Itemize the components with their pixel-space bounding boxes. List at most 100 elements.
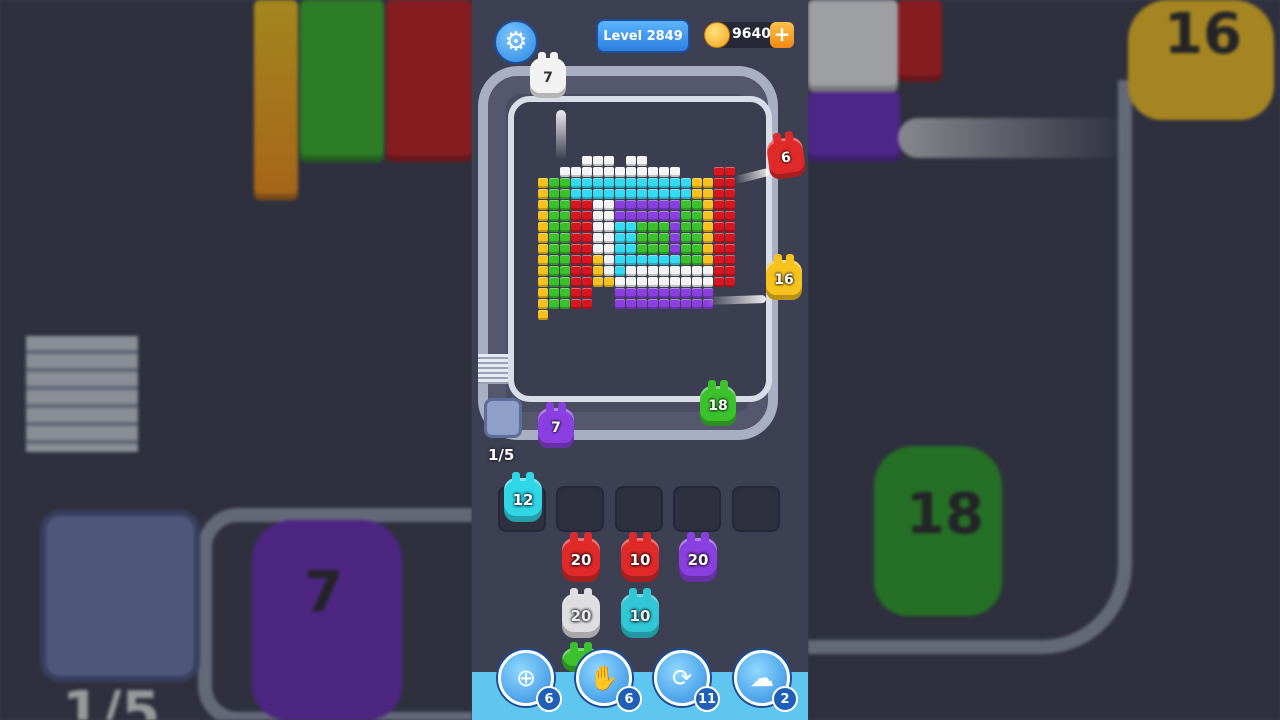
track-shooter-white[interactable]: 7 bbox=[530, 52, 566, 98]
board-block bbox=[725, 266, 735, 276]
queue-piece-red-1[interactable]: 20 bbox=[562, 532, 600, 582]
track-shooter-green[interactable]: 18 bbox=[700, 380, 736, 426]
board-block bbox=[659, 244, 669, 254]
board-block bbox=[692, 222, 702, 232]
board-block bbox=[604, 200, 614, 210]
slot-4[interactable] bbox=[673, 486, 721, 532]
board-block bbox=[626, 222, 636, 232]
board-block bbox=[593, 156, 603, 166]
board-block bbox=[571, 277, 581, 287]
slot-5[interactable] bbox=[732, 486, 780, 532]
board-block bbox=[648, 222, 658, 232]
board-block bbox=[692, 233, 702, 243]
board-block bbox=[659, 255, 669, 265]
board-block bbox=[637, 277, 647, 287]
board-block bbox=[692, 255, 702, 265]
board-block bbox=[659, 200, 669, 210]
board-block bbox=[648, 277, 658, 287]
board-block bbox=[681, 211, 691, 221]
board-block bbox=[626, 200, 636, 210]
board-block bbox=[582, 167, 592, 177]
board-block bbox=[626, 189, 636, 199]
board-block bbox=[692, 244, 702, 254]
board-block bbox=[538, 222, 548, 232]
board-block bbox=[560, 200, 570, 210]
board-block bbox=[670, 200, 680, 210]
coin-value: 9640 bbox=[732, 26, 771, 42]
board-block bbox=[703, 211, 713, 221]
board-block bbox=[538, 255, 548, 265]
board-block bbox=[725, 189, 735, 199]
game-screen: ⚙ Level 2849 9640 + 7 6 16 18 7 1/5 12 2… bbox=[472, 0, 808, 720]
board-block bbox=[692, 211, 702, 221]
slot-3[interactable] bbox=[615, 486, 663, 532]
board-block bbox=[725, 167, 735, 177]
board-block bbox=[582, 156, 592, 166]
board-block bbox=[582, 211, 592, 221]
board-block bbox=[604, 178, 614, 188]
board-block bbox=[637, 299, 647, 309]
board-block bbox=[549, 233, 559, 243]
board-block bbox=[593, 189, 603, 199]
board-block bbox=[615, 200, 625, 210]
track-shooter-purple[interactable]: 7 bbox=[538, 402, 574, 448]
track-shooter-yellow[interactable]: 16 bbox=[766, 254, 802, 300]
board-block bbox=[626, 288, 636, 298]
board-block bbox=[681, 178, 691, 188]
board-block bbox=[571, 299, 581, 309]
board-block bbox=[560, 266, 570, 276]
board-block bbox=[659, 266, 669, 276]
board-block bbox=[549, 189, 559, 199]
board-block bbox=[626, 233, 636, 243]
board-block bbox=[538, 200, 548, 210]
board-block bbox=[593, 178, 603, 188]
add-coins-button[interactable]: + bbox=[770, 22, 794, 48]
board-block bbox=[637, 189, 647, 199]
board-block bbox=[593, 200, 603, 210]
board-block bbox=[571, 200, 581, 210]
track-shooter-red[interactable]: 6 bbox=[765, 135, 807, 181]
queue-piece-cyan: 10 bbox=[621, 588, 659, 638]
board-block bbox=[615, 178, 625, 188]
board-block bbox=[560, 299, 570, 309]
board-block bbox=[593, 266, 603, 276]
board-block bbox=[692, 288, 702, 298]
board-block bbox=[626, 178, 636, 188]
board-block bbox=[637, 266, 647, 276]
board-block bbox=[538, 288, 548, 298]
launch-dock[interactable] bbox=[484, 398, 522, 438]
shooter-count: 16 bbox=[774, 272, 794, 288]
board-block bbox=[593, 244, 603, 254]
board-block bbox=[626, 244, 636, 254]
board-block bbox=[714, 277, 724, 287]
board-block bbox=[582, 288, 592, 298]
board-block bbox=[615, 299, 625, 309]
board-block bbox=[571, 189, 581, 199]
slot-piece-cyan[interactable]: 12 bbox=[504, 472, 542, 522]
board-block bbox=[626, 156, 636, 166]
settings-button[interactable]: ⚙ bbox=[494, 20, 538, 64]
board-block bbox=[615, 167, 625, 177]
board-block bbox=[703, 189, 713, 199]
board-block bbox=[714, 178, 724, 188]
board-block bbox=[648, 189, 658, 199]
board-block bbox=[714, 211, 724, 221]
board-block bbox=[681, 222, 691, 232]
board-block bbox=[703, 178, 713, 188]
board-block bbox=[725, 222, 735, 232]
queue-piece-red-2[interactable]: 10 bbox=[621, 532, 659, 582]
board-block bbox=[670, 178, 680, 188]
board-block bbox=[703, 266, 713, 276]
board-block bbox=[670, 189, 680, 199]
board-block bbox=[571, 178, 581, 188]
board-block bbox=[571, 211, 581, 221]
board-block bbox=[571, 255, 581, 265]
queue-piece-purple[interactable]: 20 bbox=[679, 532, 717, 582]
board-block bbox=[582, 178, 592, 188]
shooter-count: 7 bbox=[551, 420, 561, 436]
board-block bbox=[703, 255, 713, 265]
board-block bbox=[648, 255, 658, 265]
slot-2[interactable] bbox=[556, 486, 604, 532]
board-block bbox=[692, 299, 702, 309]
board-block bbox=[538, 189, 548, 199]
